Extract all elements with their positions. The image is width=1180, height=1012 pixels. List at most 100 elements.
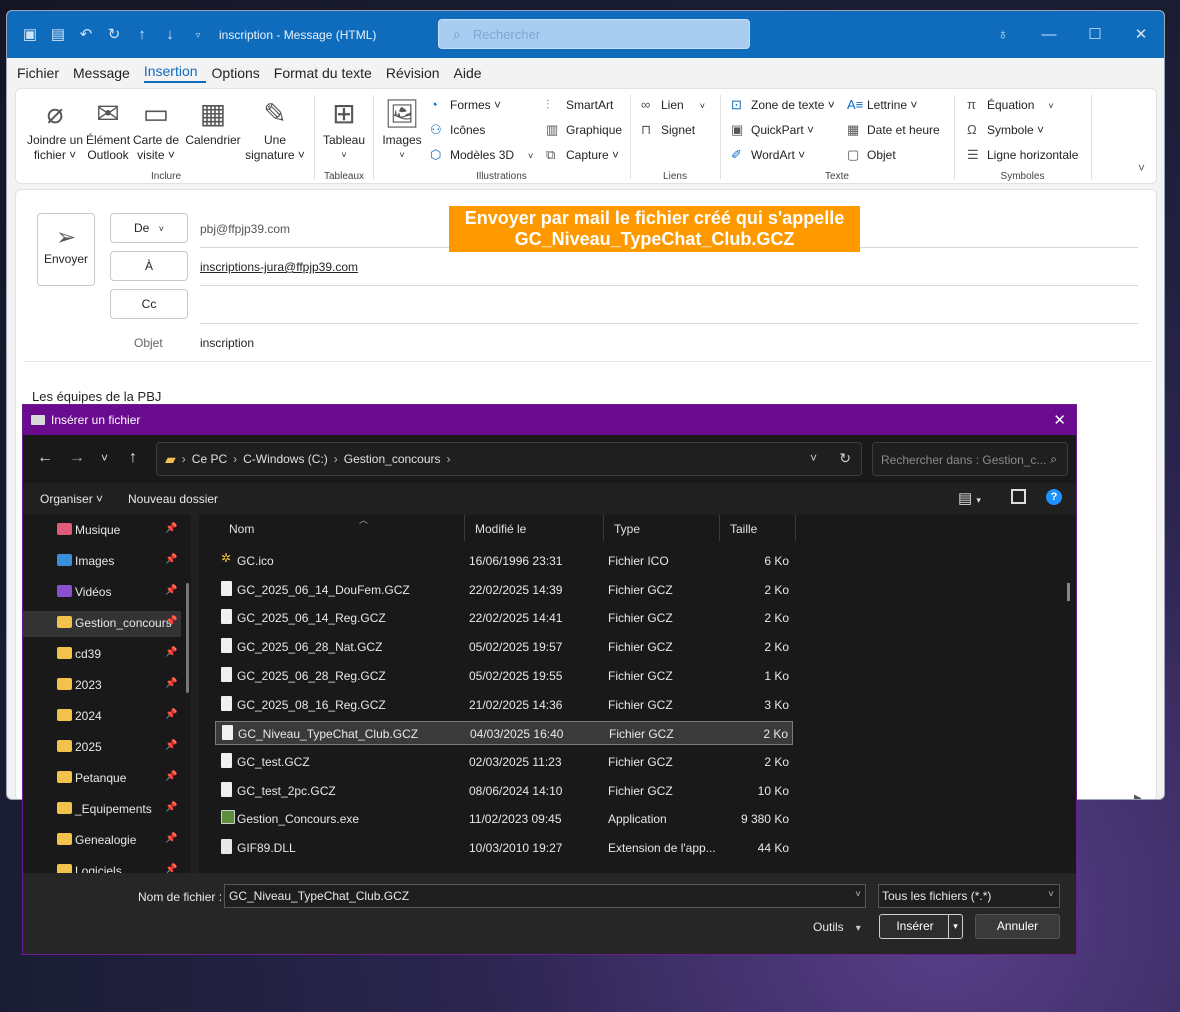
column-header-modified[interactable]: Modifié le	[465, 515, 604, 541]
dialog-close-button[interactable]: ✕	[1053, 411, 1066, 429]
menu-message[interactable]: Message	[73, 65, 138, 81]
nav-item[interactable]: cd39 📌	[23, 642, 181, 668]
calendar-button[interactable]: ▦ Calendrier	[182, 95, 244, 148]
quickpart-button[interactable]: ▣ QuickPart ˅	[731, 122, 814, 138]
to-button[interactable]: À	[110, 251, 188, 281]
textbox-button[interactable]: ⊡ Zone de texte ˅	[731, 97, 835, 113]
recent-locations-icon[interactable]: ˅	[101, 451, 108, 465]
dropcap-button[interactable]: A≡ Lettrine ˅	[847, 97, 917, 112]
organize-button[interactable]: Organiser ˅	[40, 492, 103, 506]
bookmark-button[interactable]: ⊓ Signet	[641, 122, 695, 138]
screenshot-button[interactable]: ⧉ Capture ˅	[546, 147, 619, 163]
file-row[interactable]: GC_test_2pc.GCZ 08/06/2024 14:10 Fichier G…	[215, 779, 793, 803]
maximize-button[interactable]: ☐	[1072, 11, 1118, 58]
subject-field[interactable]: inscription	[200, 336, 254, 350]
datetime-button[interactable]: ▦ Date et heure	[847, 122, 940, 138]
chart-button[interactable]: ▥ Graphique	[546, 122, 622, 138]
address-bar[interactable]: ▰ › Ce PC › C-Windows (C:) › Gestion_con…	[156, 442, 862, 476]
folder-search-input[interactable]: Rechercher dans : Gestion_c... ⌕	[872, 442, 1068, 476]
close-button[interactable]: ✕	[1118, 11, 1164, 58]
file-row[interactable]: GC_2025_06_14_DouFem.GCZ 22/02/2025 14:39…	[215, 578, 793, 602]
insert-button[interactable]: Insérer ▾	[879, 914, 963, 939]
nav-scrollbar[interactable]	[186, 583, 189, 693]
send-button[interactable]: ➢ Envoyer	[37, 213, 95, 286]
filename-input[interactable]: GC_Niveau_TypeChat_Club.GCZ ˅	[224, 884, 866, 908]
arrow-down-icon[interactable]: ↓	[161, 26, 179, 44]
forward-arrow-icon[interactable]: →	[69, 449, 85, 467]
link-button[interactable]: ∞ Lien ˅	[641, 97, 705, 112]
cancel-button[interactable]: Annuler	[975, 914, 1060, 939]
file-row[interactable]: GC_2025_06_28_Reg.GCZ 05/02/2025 19:55 Fic…	[215, 664, 793, 688]
file-row[interactable]: GIF89.DLL 10/03/2010 19:27 Extension de l'…	[215, 836, 793, 860]
icons-button[interactable]: ⚇ Icônes	[430, 122, 485, 138]
nav-item[interactable]: Genealogie 📌	[23, 828, 181, 854]
attach-file-button[interactable]: ⌀ Joindre un fichier ˅	[26, 95, 84, 163]
from-button[interactable]: De ˅	[110, 213, 188, 243]
tools-button[interactable]: Outils ▾	[813, 920, 861, 934]
arrow-up-icon[interactable]: ↑	[133, 26, 151, 44]
equation-button[interactable]: π Équation ˅	[967, 97, 1054, 112]
outlook-item-button[interactable]: ✉ Élément Outlook	[86, 95, 130, 163]
column-header-size[interactable]: Taille	[720, 515, 796, 541]
menu-aide[interactable]: Aide	[454, 65, 490, 81]
symbol-button[interactable]: Ω Symbole ˅	[967, 122, 1044, 137]
search-input[interactable]: ⌕ Rechercher	[438, 19, 750, 49]
column-header-type[interactable]: Type	[604, 515, 720, 541]
menu-fichier[interactable]: Fichier	[17, 65, 67, 81]
nav-item[interactable]: Musique 📌	[23, 518, 181, 544]
menu-revision[interactable]: Révision	[386, 65, 448, 81]
horizontal-line-button[interactable]: ☰ Ligne horizontale	[967, 147, 1078, 163]
nav-item[interactable]: _Equipements 📌	[23, 797, 181, 823]
menu-format-texte[interactable]: Format du texte	[274, 65, 380, 81]
lightbulb-icon[interactable]: ♁	[980, 11, 1026, 58]
business-card-button[interactable]: ▭ Carte de visite ˅	[132, 95, 180, 163]
nav-item[interactable]: 2023 📌	[23, 673, 181, 699]
nav-item[interactable]: Logiciels 📌	[23, 859, 181, 873]
menu-options[interactable]: Options	[212, 65, 268, 81]
file-row[interactable]: GC_Niveau_TypeChat_Club.GCZ 04/03/2025 16…	[215, 721, 793, 746]
nav-item[interactable]: Gestion_concours 📌	[23, 611, 181, 637]
file-list-scrollbar[interactable]	[1067, 583, 1070, 601]
cc-button[interactable]: Cc	[110, 289, 188, 319]
nav-item[interactable]: Petanque 📌	[23, 766, 181, 792]
shapes-button[interactable]: ◔ Formes ˅	[430, 97, 501, 112]
filetype-select[interactable]: Tous les fichiers (*.*) ˅	[878, 884, 1060, 908]
preview-pane-icon[interactable]	[1011, 489, 1026, 504]
insert-options-dropdown[interactable]: ▾	[948, 915, 962, 938]
3d-models-button[interactable]: ⬡ Modèles 3D ˅	[430, 147, 533, 163]
undo-icon[interactable]: ↶	[77, 26, 95, 44]
chevron-down-icon[interactable]: ˅	[810, 451, 817, 465]
file-row[interactable]: GC_2025_08_16_Reg.GCZ 21/02/2025 14:36 Fic…	[215, 693, 793, 717]
breadcrumb-drive-c[interactable]: C-Windows (C:)	[243, 452, 328, 466]
file-row[interactable]: GC_test.GCZ 02/03/2025 11:23 Fichier GCZ 2 …	[215, 750, 793, 774]
nav-item[interactable]: Vidéos 📌	[23, 580, 181, 606]
customize-toolbar-icon[interactable]: ▿	[189, 26, 207, 44]
column-header-name[interactable]: Nom ︿	[219, 515, 465, 541]
object-button[interactable]: ▢ Objet	[847, 147, 896, 163]
scroll-right-icon[interactable]: ▶	[1134, 793, 1142, 799]
menu-insertion[interactable]: Insertion	[143, 63, 206, 83]
help-icon[interactable]: ?	[1046, 489, 1062, 505]
table-button[interactable]: ⊞ Tableau ˅	[320, 95, 368, 163]
redo-icon[interactable]: ↻	[105, 26, 123, 44]
file-row[interactable]: ✲ GC.ico 16/06/1996 23:31 Fichier ICO 6 Ko	[215, 549, 793, 573]
images-button[interactable]: 🖼 Images ˅	[380, 95, 424, 163]
chevron-down-icon[interactable]: ˅	[855, 889, 861, 900]
nav-item[interactable]: Images 📌	[23, 549, 181, 575]
nav-item[interactable]: 2025 📌	[23, 735, 181, 761]
minimize-button[interactable]: —	[1026, 11, 1072, 58]
view-options-icon[interactable]: ▤ ▾	[958, 489, 981, 507]
new-folder-button[interactable]: Nouveau dossier	[128, 492, 218, 506]
signature-button[interactable]: ✎ Une signature ˅	[242, 95, 308, 163]
message-body[interactable]: Les équipes de la PBJ	[32, 389, 161, 404]
nav-item[interactable]: 2024 📌	[23, 704, 181, 730]
file-row[interactable]: GC_2025_06_14_Reg.GCZ 22/02/2025 14:41 Fic…	[215, 606, 793, 630]
up-arrow-icon[interactable]: ↑	[129, 449, 137, 467]
back-arrow-icon[interactable]: ←	[37, 449, 53, 467]
smartart-button[interactable]: ⫶ SmartArt	[546, 97, 613, 113]
ribbon-collapse-icon[interactable]: ˅	[1138, 161, 1145, 175]
file-row[interactable]: GC_2025_06_28_Nat.GCZ 05/02/2025 19:57 Fic…	[215, 635, 793, 659]
wordart-button[interactable]: ✐ WordArt ˅	[731, 147, 805, 163]
save-icon[interactable]: ▤	[49, 26, 67, 44]
breadcrumb-gestion-concours[interactable]: Gestion_concours	[344, 452, 441, 466]
